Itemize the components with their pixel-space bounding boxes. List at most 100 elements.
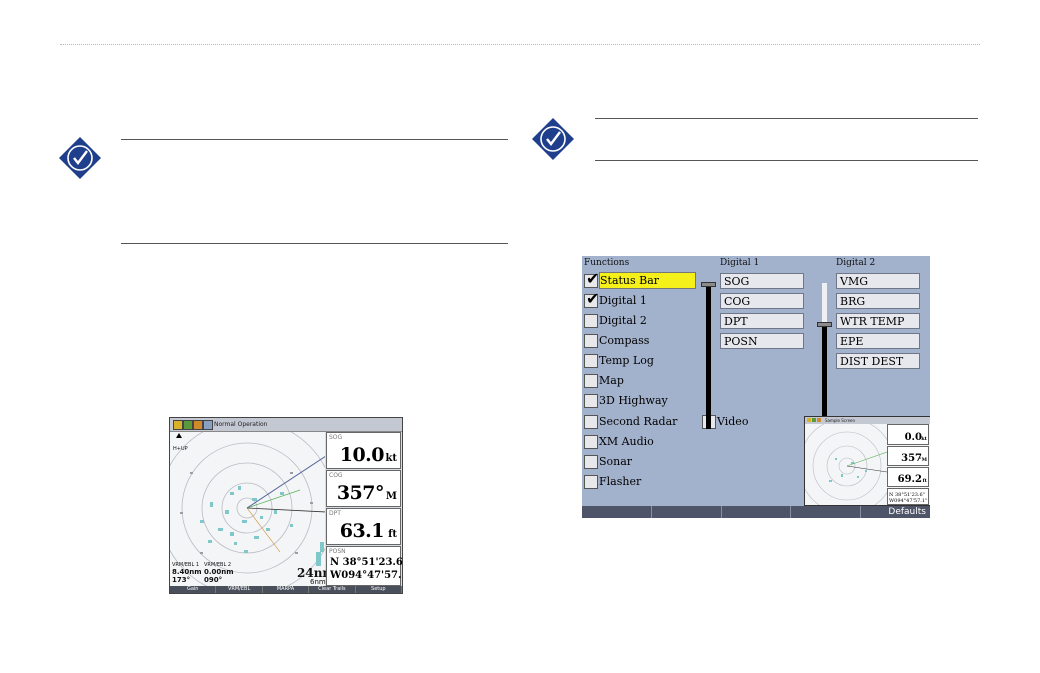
function-item-map[interactable]: Map: [584, 372, 624, 389]
function-label: Digital 2: [599, 314, 647, 327]
digital2-field-1[interactable]: VMG: [836, 273, 920, 289]
note-bottom-rule: [595, 160, 978, 161]
function-label: XM Audio: [599, 435, 654, 448]
checkbox[interactable]: ✔: [584, 269, 599, 288]
posn-latitude: N 38°51'23.6": [330, 557, 403, 568]
preview-title: Sample Screen: [825, 418, 856, 423]
function-label: Compass: [599, 334, 650, 347]
status-icon: [817, 418, 821, 422]
panel-unit: ft: [388, 529, 397, 540]
function-label: Flasher: [599, 475, 642, 488]
sog-panel: SOG 10.0 kt: [326, 432, 401, 469]
checkbox[interactable]: [584, 313, 598, 328]
softkey-gain[interactable]: Gain: [170, 586, 217, 593]
vrm-ebl-2-bearing: 090°: [204, 576, 223, 584]
cog-panel: COG 357° M: [326, 470, 401, 507]
status-icon: [173, 420, 183, 430]
preview-value: 0.0: [904, 432, 922, 443]
status-icon: [812, 418, 816, 422]
note-top-rule: [595, 118, 978, 119]
status-icon: [193, 420, 203, 430]
softkey-clear-trails[interactable]: Clear Trails: [309, 586, 356, 593]
panel-label: POSN: [329, 548, 346, 555]
vrm-ebl-1-distance: 8.40nm: [172, 568, 202, 576]
posn-panel: POSN N 38°51'23.6" W094°47'57.1": [326, 546, 403, 586]
digital2-size-slider-thumb[interactable]: [817, 322, 832, 327]
softkey-setup[interactable]: Setup: [356, 586, 402, 593]
softkey-2[interactable]: [652, 506, 722, 518]
layout-softkey-bar: Defaults: [582, 506, 930, 518]
checkbox[interactable]: [584, 373, 598, 388]
vrm-ebl-1-bearing: 173°: [172, 576, 191, 584]
radar-softkey-bar: Gain VRM/EBL MARPA Clear Trails Setup: [170, 586, 402, 593]
function-item-temp-log[interactable]: Temp Log: [584, 352, 654, 369]
digital1-field-4[interactable]: POSN: [720, 333, 804, 349]
dpt-panel: DPT 63.1 ft: [326, 508, 401, 545]
digital2-field-2[interactable]: BRG: [836, 293, 920, 309]
function-label: Map: [599, 374, 624, 387]
page-top-rule: [60, 44, 980, 45]
function-item-status-bar[interactable]: ✔ Status Bar: [584, 269, 697, 289]
softkey-1[interactable]: [582, 506, 652, 518]
preview-unit: ft: [922, 478, 927, 484]
checkbox[interactable]: [584, 474, 598, 489]
digital1-field-1[interactable]: SOG: [720, 273, 804, 289]
layout-screenshot: Functions Digital 1 Digital 2 ✔ Status B…: [582, 256, 930, 518]
preview-panel: 0.0 kt: [887, 424, 929, 445]
function-item-sonar[interactable]: Sonar: [584, 453, 632, 470]
function-item-digital-1[interactable]: ✔ Digital 1: [584, 289, 647, 309]
function-label: 3D Highway: [599, 394, 668, 407]
layout-preview: Sample Screen 0.0 kt 357 °M 69.2 ft N 38…: [804, 416, 930, 506]
radar-status-bar: Normal Operation: [170, 418, 402, 432]
digital1-size-slider-track[interactable]: [706, 283, 711, 429]
digital2-size-slider-empty: [822, 283, 827, 324]
vrm-ebl-2-distance: 0.00nm: [204, 568, 234, 576]
digital2-field-4[interactable]: EPE: [836, 333, 920, 349]
softkey-4[interactable]: [791, 506, 862, 518]
digital1-size-slider-thumb[interactable]: [701, 282, 716, 287]
softkey-3[interactable]: [722, 506, 792, 518]
softkey-marpa[interactable]: MARPA: [263, 586, 310, 593]
digital1-field-2[interactable]: COG: [720, 293, 804, 309]
softkey-defaults[interactable]: Defaults: [861, 506, 930, 518]
function-item-flasher[interactable]: Flasher: [584, 473, 641, 490]
status-icon: [183, 420, 193, 430]
checkbox[interactable]: ✔: [584, 289, 599, 308]
radar-scope: H+UP VRM/EBL 1 8.40nm 173° VRM/EBL 2 0.0…: [170, 419, 336, 593]
note-icon: [58, 136, 102, 180]
panel-value: 357°: [336, 482, 385, 504]
function-label: Digital 1: [599, 294, 647, 307]
function-item-compass[interactable]: Compass: [584, 332, 649, 349]
digital2-field-3[interactable]: WTR TEMP: [836, 313, 920, 329]
function-item-second-radar[interactable]: Second Radar: [584, 413, 677, 430]
preview-status-bar: Sample Screen: [805, 417, 930, 424]
function-item-3d-highway[interactable]: 3D Highway: [584, 392, 668, 409]
checkbox[interactable]: [584, 333, 598, 348]
panel-label: COG: [329, 472, 343, 479]
posn-longitude: W094°47'57.1": [330, 570, 402, 581]
note-icon: [531, 117, 575, 161]
functions-header: Functions: [584, 258, 630, 268]
digital1-field-3[interactable]: DPT: [720, 313, 804, 329]
panel-value: 10.0: [339, 444, 385, 466]
function-label: Second Radar: [599, 415, 678, 428]
digital2-size-slider-track[interactable]: [822, 324, 827, 429]
panel-unit: M: [385, 491, 397, 502]
heading-mode: H+UP: [173, 446, 188, 452]
checkbox[interactable]: [584, 414, 598, 429]
preview-unit: kt: [921, 436, 927, 442]
panel-value: 63.1: [339, 520, 385, 542]
checkbox[interactable]: [584, 454, 598, 469]
checkbox[interactable]: [584, 393, 598, 408]
preview-unit: °M: [918, 457, 927, 463]
function-item-xm-audio[interactable]: XM Audio: [584, 433, 654, 450]
function-label: Video: [717, 415, 749, 428]
function-label: Temp Log: [599, 354, 654, 367]
function-item-digital-2[interactable]: Digital 2: [584, 312, 647, 329]
digital2-field-5[interactable]: DIST DEST: [836, 353, 920, 369]
preview-value: 69.2: [897, 474, 922, 485]
checkbox[interactable]: [584, 434, 598, 449]
softkey-vrm-ebl[interactable]: VRM/EBL: [216, 586, 263, 593]
checkbox[interactable]: [584, 353, 598, 368]
status-icon: [203, 420, 213, 430]
